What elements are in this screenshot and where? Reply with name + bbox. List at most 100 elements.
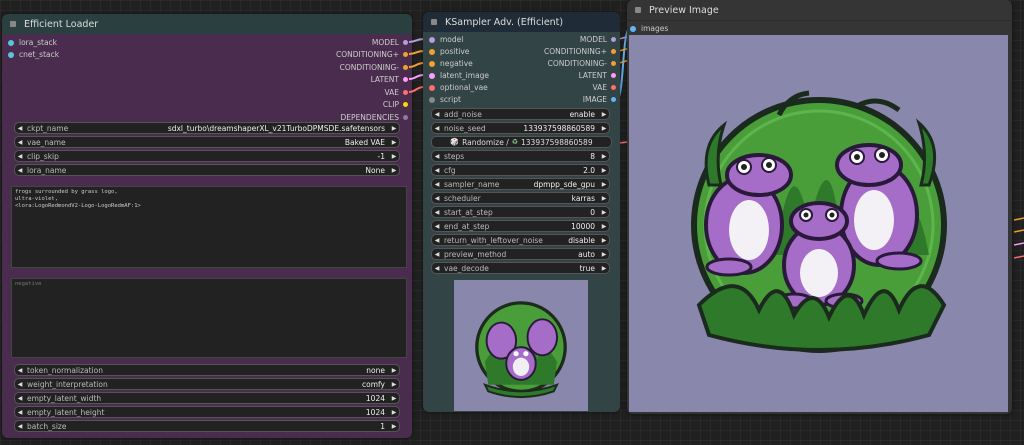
widget-label: sampler_name	[444, 179, 500, 189]
ksampler-io-area: model MODEL positive CONDITIONING+ negat…	[423, 34, 620, 112]
positive-in-label: positive	[440, 47, 470, 56]
widget-label: return_with_leftover_noise	[444, 235, 543, 245]
randomize-label: Randomize /	[462, 137, 509, 147]
increment-arrow-icon[interactable]: ▶	[599, 153, 609, 160]
decrement-arrow-icon[interactable]: ◀	[432, 111, 442, 118]
return-with-leftover-noise-widget[interactable]: ◀ return_with_leftover_noise disable ▶	[431, 234, 610, 246]
randomize-seed-button[interactable]: 🎲 Randomize / ♻ 133937598860589	[431, 136, 612, 148]
image-out-label: IMAGE	[582, 95, 607, 104]
ksampler-preview-thumbnail	[454, 280, 588, 411]
cfg-widget[interactable]: ◀ cfg 2.0 ▶	[431, 164, 610, 176]
frogs-logo-thumbnail-image	[475, 301, 567, 398]
decrement-arrow-icon[interactable]: ◀	[432, 251, 442, 258]
wire-offscreen-3[interactable]	[1013, 242, 1024, 246]
ksampler-row-model[interactable]: model MODEL	[423, 34, 620, 46]
model-in-label: model	[440, 35, 464, 44]
ksampler-title: KSampler Adv. (Efficient)	[445, 16, 564, 28]
frogs-logo-image	[691, 90, 947, 353]
wire-offscreen-4[interactable]	[1013, 255, 1024, 259]
widget-value: 8	[590, 151, 595, 161]
ksampler-row-vae[interactable]: optional_vae VAE	[423, 82, 620, 94]
widget-label: cfg	[444, 165, 456, 175]
ksampler-row-latent[interactable]: latent_image LATENT	[423, 70, 620, 82]
widget-value: 0	[590, 207, 595, 217]
images-slot-icon[interactable]	[630, 26, 636, 32]
scheduler-widget[interactable]: ◀ scheduler karras ▶	[431, 192, 610, 204]
decrement-arrow-icon[interactable]: ◀	[432, 209, 442, 216]
cond-minus-out-slot-icon[interactable]	[611, 61, 616, 66]
increment-arrow-icon[interactable]: ▶	[599, 125, 609, 132]
images-label: images	[641, 24, 669, 33]
start-at-step-widget[interactable]: ◀ start_at_step 0 ▶	[431, 206, 610, 218]
vae-out-label: VAE	[592, 83, 607, 92]
preview-input-images[interactable]: images	[627, 23, 1012, 35]
preview-method-widget[interactable]: ◀ preview_method auto ▶	[431, 248, 610, 260]
noise-seed-widget[interactable]: ◀ noise_seed 133937598860589 ▶	[431, 122, 610, 134]
randomize-value: 133937598860589	[521, 137, 593, 147]
wire-negative[interactable]	[408, 62, 425, 68]
widget-label: add_noise	[444, 109, 482, 119]
decrement-arrow-icon[interactable]: ◀	[432, 181, 442, 188]
decrement-arrow-icon[interactable]: ◀	[432, 237, 442, 244]
vae-in-slot-icon[interactable]	[429, 85, 435, 91]
ksampler-row-positive[interactable]: positive CONDITIONING+	[423, 46, 620, 58]
increment-arrow-icon[interactable]: ▶	[599, 237, 609, 244]
wire-positive[interactable]	[408, 50, 425, 55]
model-out-label: MODEL	[579, 35, 607, 44]
widget-label: preview_method	[444, 249, 507, 259]
steps-widget[interactable]: ◀ steps 8 ▶	[431, 150, 610, 162]
preview-image-title-bar[interactable]: Preview Image	[627, 0, 1012, 21]
vae-in-label: optional_vae	[440, 83, 488, 92]
decrement-arrow-icon[interactable]: ◀	[432, 195, 442, 202]
ksampler-node[interactable]: KSampler Adv. (Efficient) model MODEL po…	[423, 12, 620, 412]
increment-arrow-icon[interactable]: ▶	[599, 223, 609, 230]
widget-label: noise_seed	[444, 123, 486, 133]
increment-arrow-icon[interactable]: ▶	[599, 111, 609, 118]
increment-arrow-icon[interactable]: ▶	[599, 195, 609, 202]
negative-in-slot-icon[interactable]	[429, 61, 435, 67]
ksampler-row-script[interactable]: script IMAGE	[423, 94, 620, 106]
wire-vae[interactable]	[408, 86, 425, 93]
ksampler-row-negative[interactable]: negative CONDITIONING-	[423, 58, 620, 70]
wire-latent[interactable]	[408, 74, 425, 80]
widget-label: scheduler	[444, 193, 481, 203]
wire-offscreen-2[interactable]	[1013, 229, 1024, 233]
increment-arrow-icon[interactable]: ▶	[599, 181, 609, 188]
image-out-slot-icon[interactable]	[611, 97, 616, 102]
collapse-dot-icon[interactable]	[635, 7, 641, 13]
vae-out-slot-icon[interactable]	[611, 85, 616, 90]
script-in-slot-icon[interactable]	[429, 97, 435, 103]
widget-value: 2.0	[583, 165, 595, 175]
ksampler-title-bar[interactable]: KSampler Adv. (Efficient)	[423, 12, 620, 32]
wire-model[interactable]	[408, 38, 425, 43]
decrement-arrow-icon[interactable]: ◀	[432, 167, 442, 174]
decrement-arrow-icon[interactable]: ◀	[432, 265, 442, 272]
sampler-name-widget[interactable]: ◀ sampler_name dpmpp_sde_gpu ▶	[431, 178, 610, 190]
widget-label: steps	[444, 151, 465, 161]
decrement-arrow-icon[interactable]: ◀	[432, 153, 442, 160]
script-in-label: script	[440, 95, 461, 104]
increment-arrow-icon[interactable]: ▶	[599, 209, 609, 216]
widget-value: 10000	[571, 221, 595, 231]
cond-plus-out-slot-icon[interactable]	[611, 49, 616, 54]
model-in-slot-icon[interactable]	[429, 37, 435, 43]
positive-in-slot-icon[interactable]	[429, 49, 435, 55]
model-out-slot-icon[interactable]	[611, 37, 616, 42]
negative-in-label: negative	[440, 59, 473, 68]
latent-out-slot-icon[interactable]	[611, 73, 616, 78]
cond-plus-out-label: CONDITIONING+	[544, 47, 607, 56]
increment-arrow-icon[interactable]: ▶	[599, 251, 609, 258]
increment-arrow-icon[interactable]: ▶	[599, 167, 609, 174]
decrement-arrow-icon[interactable]: ◀	[432, 223, 442, 230]
increment-arrow-icon[interactable]: ▶	[599, 265, 609, 272]
wire-offscreen-1[interactable]	[1013, 217, 1024, 221]
collapse-dot-icon[interactable]	[431, 19, 437, 25]
vae-decode-widget[interactable]: ◀ vae_decode true ▶	[431, 262, 610, 274]
widget-value: disable	[568, 235, 595, 245]
end-at-step-widget[interactable]: ◀ end_at_step 10000 ▶	[431, 220, 610, 232]
preview-image-node[interactable]: Preview Image images	[627, 0, 1012, 414]
widget-value: 133937598860589	[523, 123, 595, 133]
add-noise-widget[interactable]: ◀ add_noise enable ▶	[431, 108, 610, 120]
latent-in-slot-icon[interactable]	[429, 73, 435, 79]
decrement-arrow-icon[interactable]: ◀	[432, 125, 442, 132]
